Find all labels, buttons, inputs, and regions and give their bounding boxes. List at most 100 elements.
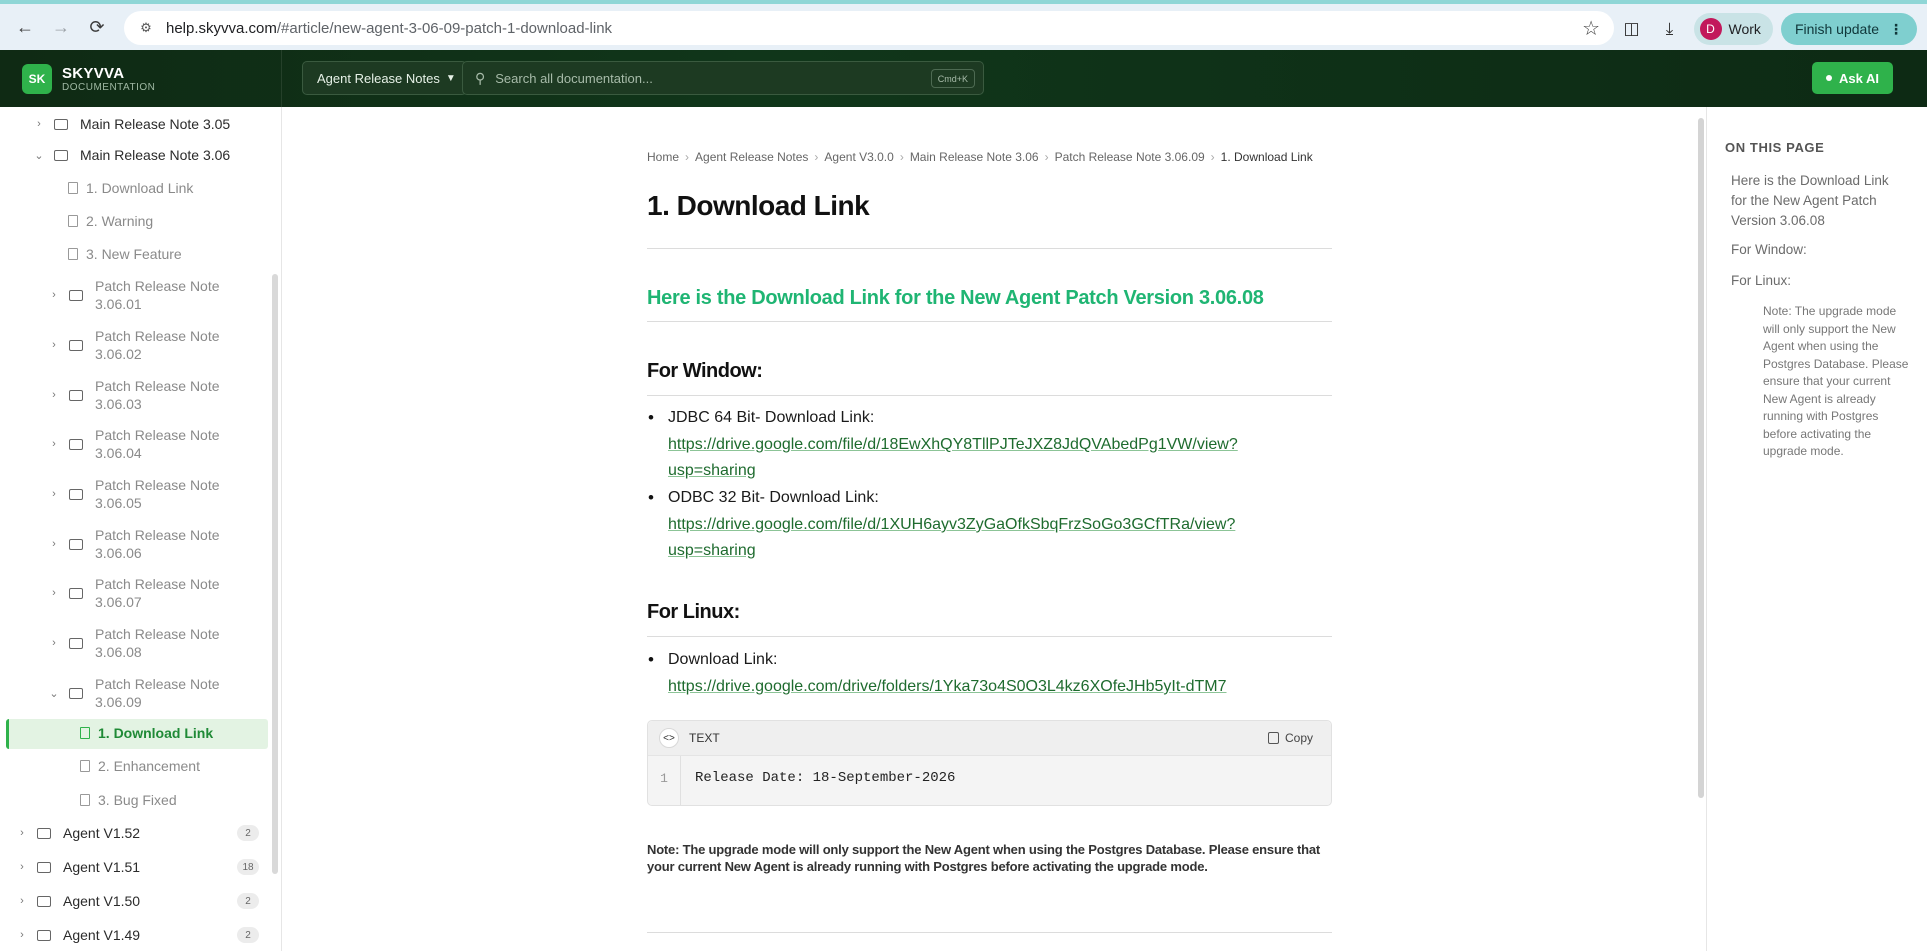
- sidebar-item-enhancement[interactable]: 2. Enhancement: [80, 758, 200, 774]
- bookmark-star-icon[interactable]: ☆: [1582, 16, 1600, 41]
- sidebar-item-warning[interactable]: 2. Warning: [68, 213, 153, 229]
- breadcrumb-home[interactable]: Home: [647, 150, 679, 164]
- folder-icon: [69, 488, 83, 500]
- brand-subtitle: DOCUMENTATION: [62, 81, 156, 93]
- line-number: 1: [648, 756, 681, 805]
- ask-ai-button[interactable]: Ask AI: [1812, 62, 1893, 94]
- breadcrumb-separator: ›: [1044, 150, 1049, 164]
- sidebar-item-download-link[interactable]: 1. Download Link: [68, 180, 193, 196]
- browser-toolbar: ← → ⟳ ⚙ help.skyvva.com/#article/new-age…: [0, 0, 1927, 50]
- folder-icon: [69, 538, 83, 550]
- document-icon: [80, 727, 90, 739]
- reload-icon[interactable]: ⟳: [84, 14, 110, 40]
- code-line: Release Date: 18-September-2026: [695, 770, 956, 786]
- toc-item-window[interactable]: For Window:: [1731, 242, 1807, 257]
- back-icon[interactable]: ←: [12, 14, 38, 40]
- item-count-badge: 2: [237, 927, 259, 943]
- jdbc-label: JDBC 64 Bit- Download Link:: [668, 409, 875, 426]
- title-divider: [647, 248, 1332, 249]
- sidebar-item-patch-3-06-04[interactable]: › Patch Release Note 3.06.04: [47, 426, 219, 462]
- extensions-icon[interactable]: ◫: [1616, 13, 1648, 45]
- sidebar-item-label: Patch Release Note: [95, 527, 220, 543]
- breadcrumb-patch-release[interactable]: Patch Release Note 3.06.09: [1055, 150, 1205, 164]
- more-menu-icon: ⋮: [1889, 20, 1903, 37]
- sidebar-item-patch-3-06-03[interactable]: › Patch Release Note 3.06.03: [47, 377, 219, 413]
- item-count-badge: 2: [237, 893, 259, 909]
- sidebar-item-label: Patch Release Note: [95, 477, 220, 493]
- toc-item-linux[interactable]: For Linux:: [1731, 273, 1791, 288]
- sidebar-item-version: 3.06.08: [95, 644, 142, 660]
- sidebar-item-version: 3.06.02: [95, 346, 142, 362]
- copy-icon: [1267, 732, 1279, 744]
- sidebar-item-patch-3-06-07[interactable]: › Patch Release Note 3.06.07: [47, 575, 219, 611]
- chevron-right-icon: ›: [52, 389, 56, 401]
- linux-divider: [647, 636, 1332, 637]
- chevron-right-icon: ›: [37, 118, 41, 130]
- jdbc-link-line1: https://drive.google.com/file/d/18EwXhQY…: [668, 436, 1238, 453]
- sidebar-item-version: 3.06.07: [95, 594, 142, 610]
- copy-button[interactable]: Copy: [1267, 731, 1313, 745]
- breadcrumb-agent-v3[interactable]: Agent V3.0.0: [824, 150, 893, 164]
- sidebar-item-label: 1. Download Link: [86, 180, 194, 196]
- finish-update-label: Finish update: [1794, 21, 1879, 37]
- sidebar-item-patch-3-06-01[interactable]: › Patch Release Note 3.06.01: [47, 277, 220, 313]
- toc-item-note[interactable]: Note: The upgrade mode will only support…: [1763, 303, 1913, 461]
- document-icon: [80, 794, 90, 806]
- bullet-dot: •: [648, 408, 654, 427]
- sidebar-item-main-3-06[interactable]: ⌄ Main Release Note 3.06: [32, 147, 230, 163]
- sidebar-item-label: 3. Bug Fixed: [98, 792, 177, 808]
- sidebar-item-active-download-link[interactable]: 1. Download Link: [80, 725, 213, 741]
- sidebar-item-label: 2. Enhancement: [98, 758, 200, 774]
- sidebar-item-bug-fixed[interactable]: 3. Bug Fixed: [80, 792, 177, 808]
- breadcrumb-agent-release-notes[interactable]: Agent Release Notes: [695, 150, 808, 164]
- code-language: TEXT: [689, 731, 720, 745]
- search-input[interactable]: ⚲ Search all documentation... Cmd+K: [462, 61, 984, 95]
- sidebar-item-agent-v1-51[interactable]: › Agent V1.51 18: [15, 859, 259, 875]
- site-settings-icon[interactable]: ⚙: [136, 18, 156, 38]
- sidebar-item-version: 3.06.06: [95, 545, 142, 561]
- download-heading: Here is the Download Link for the New Ag…: [647, 287, 1264, 309]
- download-icon[interactable]: ⤓: [1654, 13, 1686, 45]
- folder-icon: [69, 339, 83, 351]
- site-header: SK SKYVVA DOCUMENTATION Agent Release No…: [0, 50, 1927, 107]
- breadcrumb-main-release[interactable]: Main Release Note 3.06: [910, 150, 1039, 164]
- sidebar-item-patch-3-06-09[interactable]: ⌄ Patch Release Note 3.06.09: [47, 675, 219, 711]
- sidebar-item-main-3-05[interactable]: › Main Release Note 3.05: [32, 116, 230, 132]
- sidebar-item-agent-v1-49[interactable]: › Agent V1.49 2: [15, 927, 259, 943]
- sidebar-item-label: Patch Release Note: [95, 278, 220, 294]
- sidebar-item-label: Agent V1.49: [63, 927, 141, 943]
- breadcrumb-separator: ›: [685, 150, 690, 164]
- sidebar-item-patch-3-06-05[interactable]: › Patch Release Note 3.06.05: [47, 476, 220, 512]
- brand[interactable]: SK SKYVVA DOCUMENTATION: [0, 50, 282, 107]
- linux-heading: For Linux:: [647, 601, 740, 623]
- sidebar-item-version: 3.06.04: [95, 445, 142, 461]
- bullet-dot: •: [648, 650, 654, 669]
- sidebar-item-patch-3-06-06[interactable]: › Patch Release Note 3.06.06: [47, 526, 220, 562]
- address-bar[interactable]: ⚙ help.skyvva.com/#article/new-agent-3-0…: [124, 11, 1614, 45]
- heading-divider: [647, 321, 1332, 322]
- sidebar-item-agent-v1-50[interactable]: › Agent V1.50 2: [15, 893, 259, 909]
- sidebar-item-patch-3-06-02[interactable]: › Patch Release Note 3.06.02: [47, 327, 219, 363]
- forward-icon[interactable]: →: [48, 14, 74, 40]
- jdbc-download-link[interactable]: https://drive.google.com/file/d/18EwXhQY…: [668, 432, 1288, 484]
- finish-update-button[interactable]: Finish update ⋮: [1780, 13, 1917, 45]
- document-icon: [68, 182, 78, 194]
- profile-button[interactable]: D Work: [1693, 13, 1773, 45]
- toc-item-download-heading[interactable]: Here is the Download Link for the New Ag…: [1731, 171, 1906, 231]
- item-count-badge: 2: [237, 825, 259, 841]
- sidebar-item-version: 3.06.01: [95, 296, 142, 312]
- chevron-right-icon: ›: [52, 538, 56, 550]
- linux-download-link[interactable]: https://drive.google.com/drive/folders/1…: [668, 674, 1288, 700]
- sidebar-item-label: Agent V1.50: [63, 893, 141, 909]
- document-icon: [80, 760, 90, 772]
- doc-selector[interactable]: Agent Release Notes ▼: [302, 61, 467, 95]
- sidebar-item-patch-3-06-08[interactable]: › Patch Release Note 3.06.08: [47, 625, 219, 661]
- main-scrollbar[interactable]: [1698, 118, 1704, 798]
- sidebar-scrollbar[interactable]: [272, 274, 278, 874]
- odbc-download-link[interactable]: https://drive.google.com/file/d/1XUH6ayv…: [668, 512, 1288, 564]
- folder-icon: [69, 289, 83, 301]
- sidebar-item-agent-v1-52[interactable]: › Agent V1.52 2: [15, 825, 259, 841]
- sidebar-item-new-feature[interactable]: 3. New Feature: [68, 246, 182, 262]
- ai-dot-icon: [1826, 75, 1833, 81]
- chevron-down-icon: ▼: [445, 72, 456, 84]
